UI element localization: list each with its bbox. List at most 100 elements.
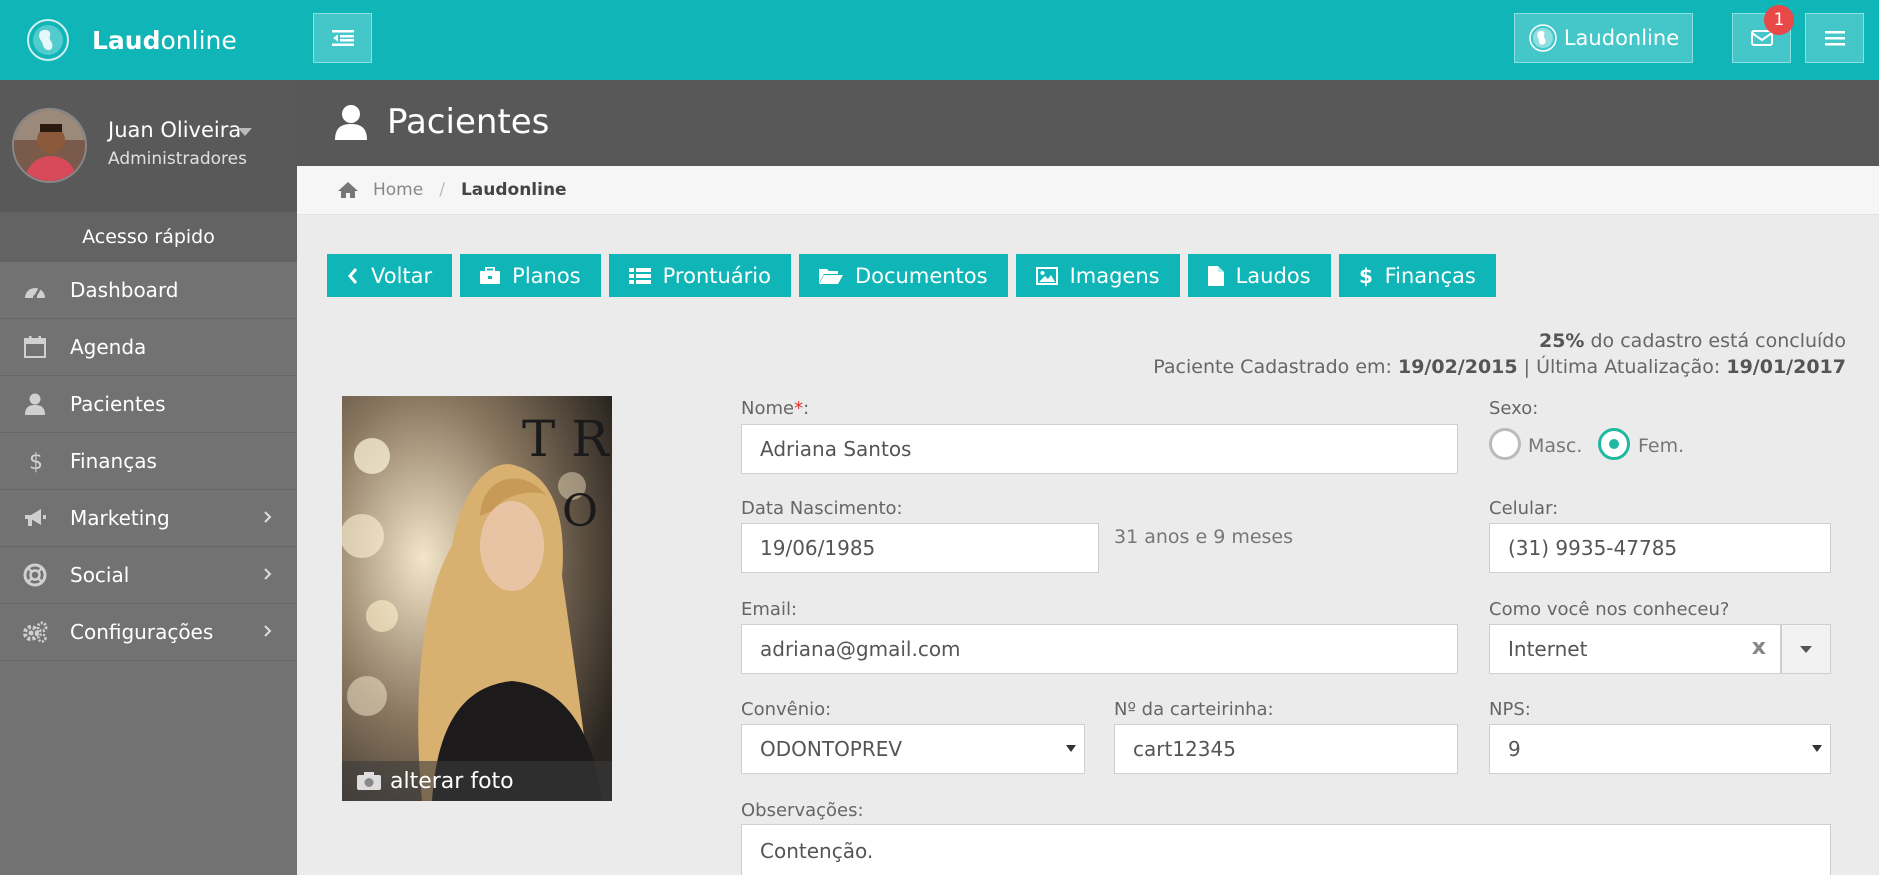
conheceu-dropdown-toggle[interactable]: [1781, 624, 1831, 674]
imagens-button[interactable]: Imagens: [1015, 254, 1180, 297]
financas-label: Finanças: [1384, 263, 1476, 288]
age-text: 31 anos e 9 meses: [1114, 526, 1294, 548]
sidebar-item-social[interactable]: Social: [0, 547, 297, 604]
user-role: Administradores: [108, 149, 247, 169]
nome-label-colon: :: [803, 398, 810, 419]
sexo-fem-label[interactable]: Fem.: [1638, 435, 1684, 457]
image-icon: [1035, 266, 1058, 285]
celular-input[interactable]: (31) 9935-47785: [1489, 523, 1831, 573]
envelope-icon: [1750, 30, 1773, 46]
sidebar-item-pacientes[interactable]: Pacientes: [0, 376, 297, 433]
info-divider: |: [1523, 356, 1531, 378]
sidebar-item-label: Finanças: [70, 449, 157, 473]
sidebar-item-configuracoes[interactable]: Configurações: [0, 604, 297, 661]
patient-action-bar: Voltar Planos Prontuário Documentos Imag…: [327, 254, 1504, 297]
sidebar: Juan Oliveira Administradores Acesso ráp…: [0, 80, 297, 875]
obs-textarea[interactable]: Contenção.: [741, 824, 1831, 875]
avatar[interactable]: [12, 108, 87, 183]
voltar-label: Voltar: [371, 263, 433, 288]
sexo-fem-radio[interactable]: [1598, 428, 1630, 460]
prontuario-button[interactable]: Prontuário: [608, 254, 791, 297]
file-icon: [1207, 265, 1224, 286]
updated-label: Última Atualização:: [1536, 356, 1721, 378]
nome-label-text: Nome: [741, 398, 795, 419]
email-value: adriana@gmail.com: [760, 637, 961, 661]
planos-label: Planos: [512, 263, 581, 288]
change-photo-label: alterar foto: [390, 768, 514, 794]
voltar-button[interactable]: Voltar: [327, 254, 453, 297]
patient-photo: T R O alterar foto: [342, 396, 612, 801]
conheceu-value: Internet: [1508, 637, 1588, 661]
nome-input[interactable]: Adriana Santos: [741, 424, 1458, 474]
sidebar-menu: Dashboard Agenda Pacientes $ Finanças Ma…: [0, 262, 297, 661]
chevron-right-icon: [264, 511, 272, 523]
required-marker: *: [794, 398, 804, 419]
sidebar-item-label: Social: [70, 563, 130, 587]
select-caret-icon: [1066, 745, 1076, 752]
sexo-masc-label[interactable]: Masc.: [1528, 435, 1582, 457]
dashboard-icon: [25, 287, 45, 299]
carteirinha-input[interactable]: cart12345: [1114, 724, 1458, 774]
user-name[interactable]: Juan Oliveira: [108, 118, 241, 142]
page-header: Pacientes: [297, 80, 1879, 166]
prontuario-label: Prontuário: [662, 263, 771, 288]
breadcrumb-current: Laudonline: [460, 180, 567, 200]
imagens-label: Imagens: [1069, 263, 1160, 288]
email-label: Email:: [741, 599, 798, 620]
hamburger-icon: [1824, 31, 1845, 46]
chevron-left-icon: [348, 267, 358, 284]
conheceu-label: Como você nos conheceu?: [1489, 599, 1730, 620]
sidebar-toggle-button[interactable]: [313, 13, 372, 63]
gears-icon: [23, 621, 48, 643]
dollar-icon: $: [29, 450, 42, 473]
sidebar-item-label: Pacientes: [70, 392, 166, 416]
nps-value: 9: [1508, 737, 1521, 761]
top-bar: Laud online Laudonline 1: [0, 0, 1879, 80]
change-photo-button[interactable]: alterar foto: [342, 761, 612, 801]
financas-button[interactable]: $ Finanças: [1338, 254, 1496, 297]
list-icon: [628, 267, 651, 284]
camera-icon: [357, 772, 381, 790]
email-input[interactable]: adriana@gmail.com: [741, 624, 1458, 674]
globe-icon: [1529, 24, 1557, 52]
quick-access-header: Acesso rápido: [0, 212, 297, 262]
brand-logo[interactable]: Laud online: [26, 16, 237, 64]
clear-selection-icon[interactable]: x: [1752, 635, 1766, 660]
documentos-button[interactable]: Documentos: [798, 254, 1008, 297]
nps-label: NPS:: [1489, 699, 1531, 720]
celular-label: Celular:: [1489, 498, 1559, 519]
sidebar-item-agenda[interactable]: Agenda: [0, 319, 297, 376]
sidebar-item-dashboard[interactable]: Dashboard: [0, 262, 297, 319]
svg-text:O: O: [562, 486, 598, 537]
main-menu-button[interactable]: [1805, 13, 1864, 63]
sidebar-item-label: Agenda: [70, 335, 147, 359]
nascimento-input[interactable]: 19/06/1985: [741, 523, 1099, 573]
patient-photo-image: T R O: [342, 396, 612, 801]
select-caret-icon: [1812, 745, 1822, 752]
svg-text:T R: T R: [522, 410, 610, 468]
brand-light: online: [160, 25, 237, 55]
carteirinha-value: cart12345: [1133, 737, 1236, 761]
nps-select[interactable]: 9: [1489, 724, 1831, 774]
home-icon[interactable]: [337, 181, 359, 199]
sidebar-item-label: Configurações: [70, 620, 214, 644]
laudos-label: Laudos: [1235, 263, 1311, 288]
sidebar-item-financas[interactable]: $ Finanças: [0, 433, 297, 490]
registration-info: Paciente Cadastrado em: 19/02/2015 | Últ…: [1153, 356, 1846, 378]
laudonline-brand-button[interactable]: Laudonline: [1514, 13, 1693, 63]
obs-value: Contenção.: [760, 839, 874, 863]
page-title: Pacientes: [387, 102, 550, 142]
completion-status: 25% do cadastro está concluído: [1539, 330, 1846, 352]
sexo-masc-radio[interactable]: [1489, 428, 1521, 460]
laudos-button[interactable]: Laudos: [1187, 254, 1331, 297]
user-icon: [25, 393, 45, 415]
sidebar-item-label: Marketing: [70, 506, 170, 530]
sidebar-item-marketing[interactable]: Marketing: [0, 490, 297, 547]
user-menu-caret-icon[interactable]: [238, 128, 252, 136]
registered-label: Paciente Cadastrado em:: [1153, 356, 1392, 378]
completion-text: do cadastro está concluído: [1590, 330, 1847, 352]
convenio-select[interactable]: ODONTOPREV: [741, 724, 1085, 774]
conheceu-select[interactable]: Internet x: [1489, 624, 1781, 674]
breadcrumb-home-link[interactable]: Home: [373, 180, 423, 200]
planos-button[interactable]: Planos: [460, 254, 601, 297]
